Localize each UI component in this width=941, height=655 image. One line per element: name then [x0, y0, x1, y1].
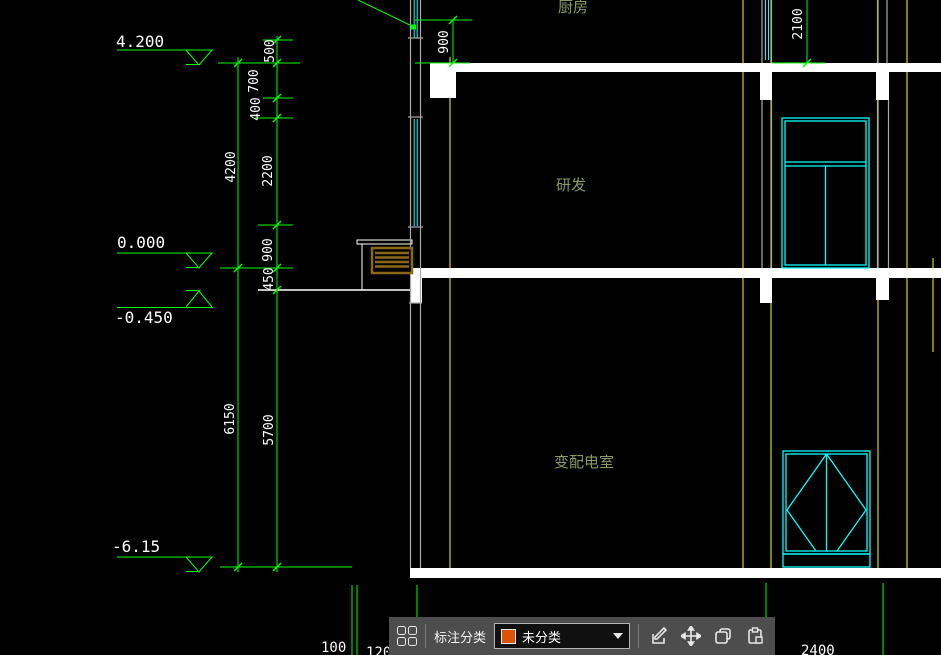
curtain-wall-window-icon — [413, 0, 769, 226]
paste-icon — [748, 627, 763, 644]
annotation-toolbar: 标注分类 未分类 — [389, 617, 775, 655]
dim-text-2200: 2200 — [261, 155, 276, 186]
dimension-ticks — [233, 15, 812, 572]
dimension-texts: 4200 6150 500 700 400 2200 900 450 5700 … — [112, 8, 835, 655]
structure-walls — [408, 0, 890, 568]
elevation-text-0000: 0.000 — [117, 233, 165, 252]
dim-text-4200: 4200 — [224, 151, 239, 182]
category-dropdown[interactable]: 未分类 — [494, 623, 630, 649]
dim-text-900-left: 900 — [261, 238, 276, 261]
double-door-elevation-icon — [782, 450, 871, 568]
category-grid-icon[interactable] — [397, 626, 417, 646]
dim-text-450: 450 — [262, 267, 277, 290]
toolbar-divider — [425, 624, 426, 648]
dim-text-700: 700 — [247, 69, 262, 92]
dim-text-120: 120 — [366, 645, 391, 655]
move-icon — [681, 626, 701, 646]
copy-icon — [715, 628, 731, 644]
cad-application-window: 4200 6150 500 700 400 2200 900 450 5700 … — [0, 0, 941, 655]
room-label-yanfa: 研发 — [556, 176, 586, 194]
axis-lines — [449, 0, 934, 568]
move-button[interactable] — [679, 624, 703, 648]
dim-text-6150: 6150 — [223, 403, 238, 434]
cad-canvas[interactable]: 4200 6150 500 700 400 2200 900 450 5700 … — [0, 0, 941, 655]
dim-text-400: 400 — [249, 97, 264, 120]
elevation-text-minus0450: -0.450 — [115, 308, 173, 327]
dim-text-900-top: 900 — [437, 30, 452, 53]
dim-text-500: 500 — [263, 39, 278, 62]
room-label-bianpeidianshi: 变配电室 — [554, 453, 614, 471]
dim-text-100: 100 — [321, 640, 346, 655]
dim-text-2100: 2100 — [791, 8, 806, 39]
category-dropdown-value: 未分类 — [522, 630, 562, 646]
louver-grille-icon — [370, 246, 414, 275]
structure-slabs — [410, 63, 941, 578]
room-label-kitchen: 厨房 — [558, 0, 588, 16]
edit-icon — [652, 626, 668, 644]
toolbar-divider — [638, 624, 639, 648]
edit-button[interactable] — [647, 624, 671, 648]
dim-text-2400: 2400 — [801, 643, 835, 655]
window-elevation-icon — [781, 117, 870, 269]
annotation-category-label: 标注分类 — [434, 630, 487, 646]
paste-button[interactable] — [743, 624, 767, 648]
category-color-swatch — [501, 628, 517, 644]
dim-text-5700: 5700 — [262, 414, 277, 445]
elevation-text-minus615: -6.15 — [112, 537, 160, 556]
chevron-down-icon — [613, 633, 623, 639]
elevation-text-4200: 4.200 — [116, 32, 164, 51]
copy-button[interactable] — [711, 624, 735, 648]
